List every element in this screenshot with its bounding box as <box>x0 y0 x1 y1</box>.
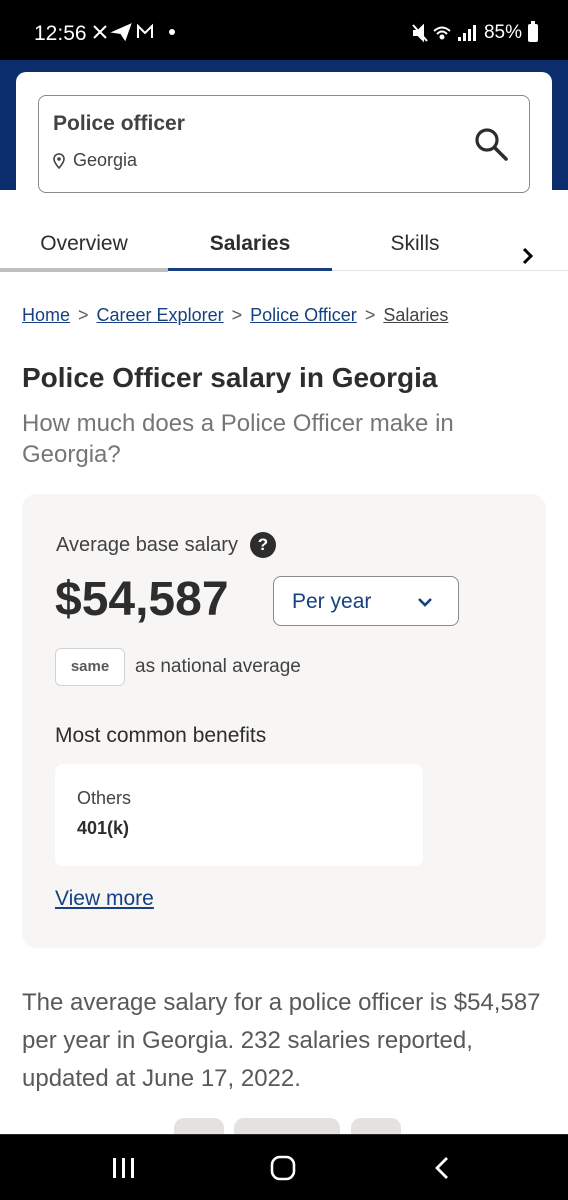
location-text: Georgia <box>73 150 138 170</box>
period-dropdown-value: Per year <box>292 590 372 613</box>
breadcrumb: Home > Career Explorer > Police Officer … <box>22 305 448 326</box>
status-bar: 12:56 85% <box>0 0 568 60</box>
home-icon[interactable] <box>270 1155 296 1181</box>
breadcrumb-separator: > <box>78 305 89 325</box>
average-salary-label: Average base salary ? <box>56 532 276 558</box>
benefits-title: Most common benefits <box>55 724 267 747</box>
tab-overview[interactable]: Overview <box>0 222 168 274</box>
search-box[interactable]: Police officer Georgia <box>38 95 530 193</box>
chevron-right-icon[interactable] <box>516 242 540 270</box>
breadcrumb-separator: > <box>231 305 243 325</box>
average-salary-label-text: Average base salary <box>56 533 238 556</box>
system-icons <box>412 23 476 43</box>
breadcrumb-separator: > <box>364 305 376 325</box>
page-title: Police Officer salary in Georgia <box>22 362 438 393</box>
recent-apps-icon[interactable] <box>110 1157 138 1179</box>
salary-card: Average base salary ? $54,587 Per year s… <box>22 494 546 948</box>
help-icon[interactable]: ? <box>249 532 276 558</box>
search-icon[interactable] <box>473 126 509 162</box>
location-pin-icon <box>53 152 65 169</box>
benefit-value: 401(k) <box>77 818 130 838</box>
notification-icons-glyphs <box>93 23 175 42</box>
tab-underline-overview <box>0 268 168 272</box>
breadcrumb-career-explorer[interactable]: Career Explorer <box>97 305 224 326</box>
view-more-link[interactable]: View more <box>55 887 154 911</box>
salary-amount: $54,587 <box>55 573 229 626</box>
job-query[interactable]: Police officer <box>53 112 185 136</box>
salary-summary: The average salary for a police officer … <box>22 989 541 1092</box>
benefits-box: Others 401(k) <box>55 764 423 866</box>
chevron-down-icon <box>418 598 432 607</box>
notification-icons <box>92 22 182 47</box>
benefit-name: Others <box>77 788 132 808</box>
tab-underline-active <box>168 268 332 271</box>
status-time: 12:56 <box>34 22 87 45</box>
tab-bar: Overview Salaries Skills <box>0 222 568 274</box>
battery-icon <box>528 21 538 42</box>
status-indicators: 85% <box>412 21 538 44</box>
battery-percent: 85% <box>483 22 522 43</box>
tab-skills[interactable]: Skills <box>332 222 498 274</box>
period-dropdown[interactable]: Per year <box>273 576 459 626</box>
breadcrumb-police-officer[interactable]: Police Officer <box>250 305 357 326</box>
comparison-text: as national average <box>135 656 301 677</box>
national-comparison: same as national average <box>55 648 301 686</box>
breadcrumb-home[interactable]: Home <box>22 305 70 326</box>
back-icon[interactable] <box>432 1155 452 1181</box>
page-subtitle: How much does a Police Officer make in G… <box>22 410 454 468</box>
location-query[interactable]: Georgia <box>53 150 137 171</box>
comparison-badge: same <box>55 648 125 686</box>
system-nav-bar <box>0 1134 568 1200</box>
tab-salaries[interactable]: Salaries <box>168 222 332 274</box>
tab-divider <box>332 270 568 271</box>
breadcrumb-salaries[interactable]: Salaries <box>383 305 448 326</box>
